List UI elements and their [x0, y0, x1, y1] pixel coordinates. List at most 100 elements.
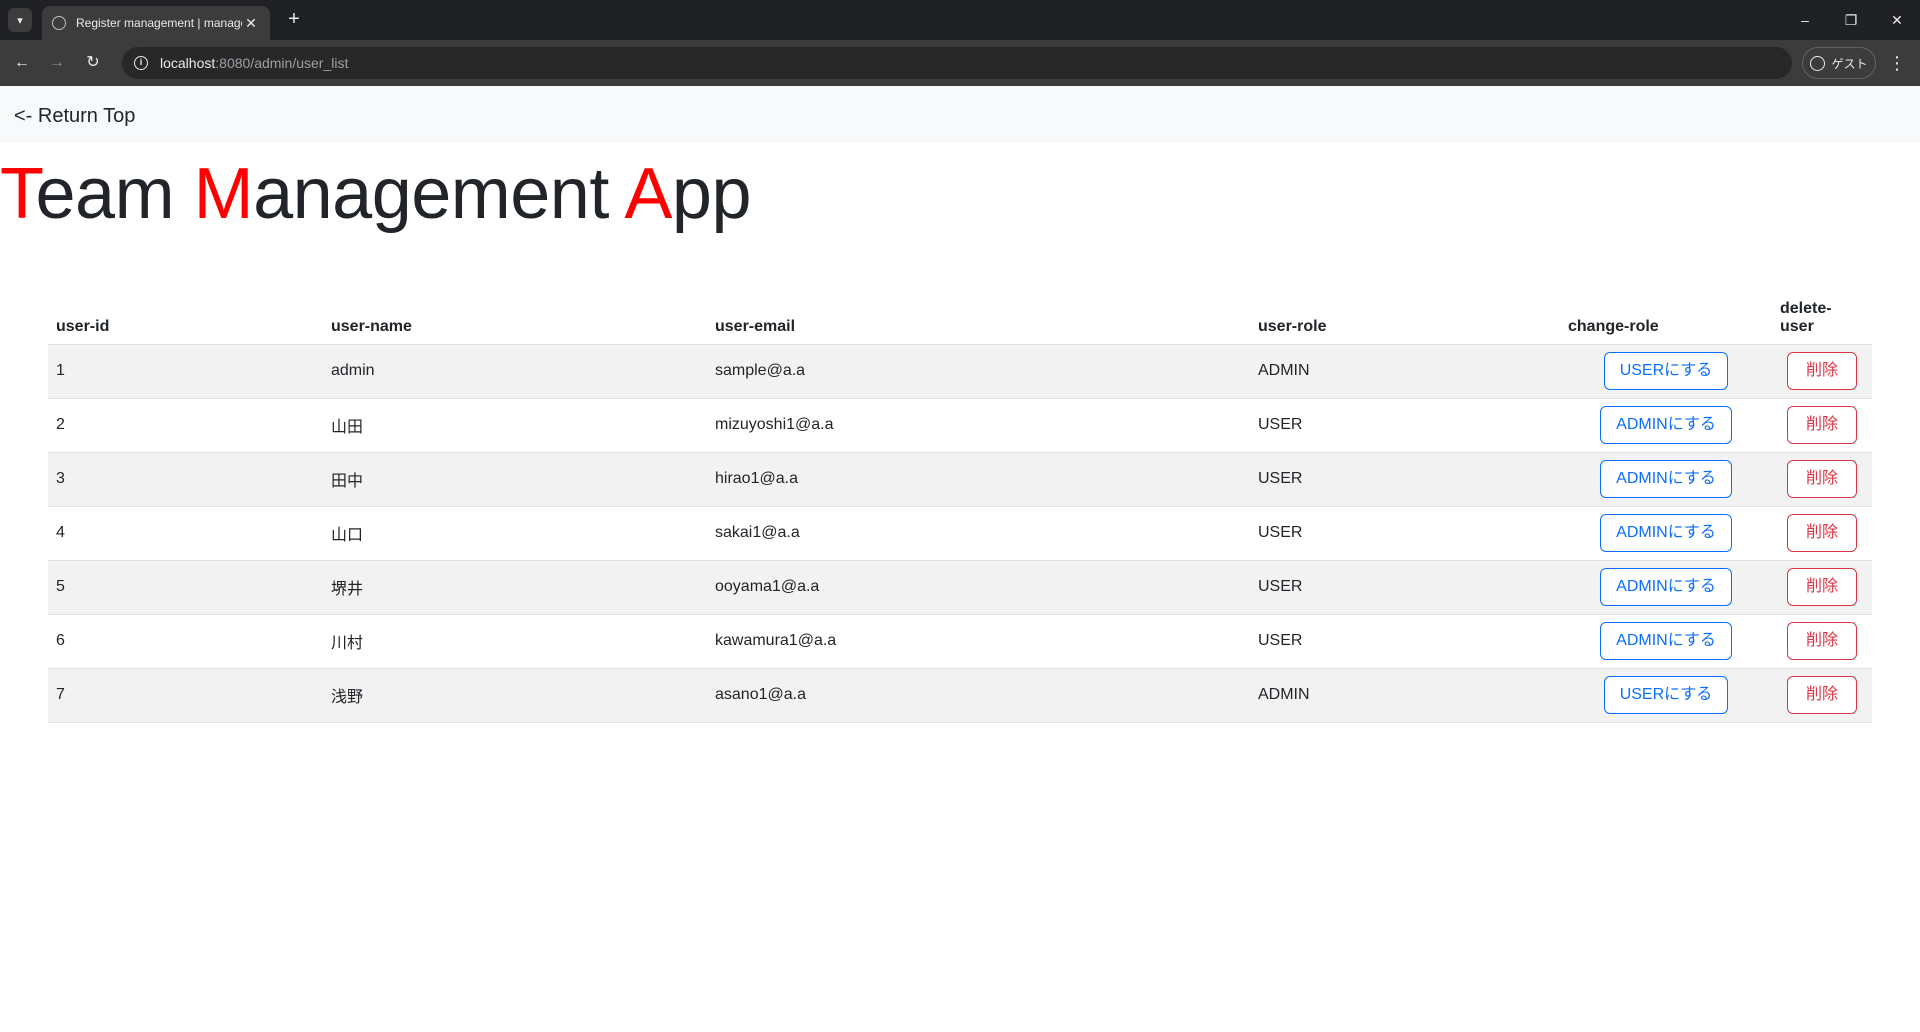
- cell-user-name: 田中: [323, 452, 707, 507]
- cell-delete: 削除: [1772, 668, 1872, 723]
- site-info-icon[interactable]: i: [134, 56, 148, 70]
- title-accent-t: T: [0, 154, 36, 234]
- profile-button[interactable]: ゲスト: [1802, 47, 1876, 79]
- cell-change-role: ADMINにする: [1560, 560, 1772, 615]
- back-arrow-icon[interactable]: ←: [9, 50, 35, 76]
- cell-user-id: 5: [48, 560, 323, 615]
- new-tab-button[interactable]: +: [282, 8, 306, 32]
- cell-delete: 削除: [1772, 398, 1872, 453]
- cell-user-name: 川村: [323, 614, 707, 669]
- cell-user-email: mizuyoshi1@a.a: [707, 398, 1250, 453]
- header-change-role: change-role: [1560, 294, 1772, 345]
- url-host: localhost: [160, 55, 216, 71]
- table-row: 6 川村 kawamura1@a.a USER ADMINにする 削除: [48, 614, 1872, 669]
- page-title: Team Management App: [0, 152, 752, 236]
- delete-user-button[interactable]: 削除: [1786, 514, 1857, 552]
- table-row: 3 田中 hirao1@a.a USER ADMINにする 削除: [48, 452, 1872, 507]
- cell-user-role: USER: [1250, 452, 1560, 507]
- top-navbar: <- Return Top: [0, 86, 1920, 143]
- cell-user-email: sample@a.a: [707, 344, 1250, 399]
- change-role-button[interactable]: ADMINにする: [1600, 568, 1732, 606]
- cell-delete: 削除: [1772, 452, 1872, 507]
- reload-icon[interactable]: ↻: [80, 50, 106, 76]
- cell-delete: 削除: [1772, 614, 1872, 669]
- browser-toolbar: ← → ↻ i localhost:8080/admin/user_list ゲ…: [0, 40, 1920, 86]
- restore-button[interactable]: ❐: [1836, 8, 1866, 32]
- cell-change-role: ADMINにする: [1560, 452, 1772, 507]
- cell-delete: 削除: [1772, 560, 1872, 615]
- header-user-email: user-email: [707, 294, 1250, 345]
- cell-user-id: 4: [48, 506, 323, 561]
- table-header-row: user-id user-name user-email user-role c…: [48, 294, 1872, 345]
- cell-user-email: sakai1@a.a: [707, 506, 1250, 561]
- cell-user-id: 6: [48, 614, 323, 669]
- cell-user-email: asano1@a.a: [707, 668, 1250, 723]
- table-row: 2 山田 mizuyoshi1@a.a USER ADMINにする 削除: [48, 398, 1872, 453]
- delete-user-button[interactable]: 削除: [1786, 406, 1857, 444]
- cell-user-name: admin: [323, 344, 707, 399]
- table-row: 1 admin sample@a.a ADMIN USERにする 削除: [48, 344, 1872, 399]
- window-close-button[interactable]: ✕: [1882, 8, 1912, 32]
- cell-user-email: ooyama1@a.a: [707, 560, 1250, 615]
- cell-user-role: USER: [1250, 614, 1560, 669]
- profile-label: ゲスト: [1831, 56, 1868, 71]
- minimize-button[interactable]: –: [1790, 8, 1820, 32]
- change-role-button[interactable]: ADMINにする: [1600, 514, 1732, 552]
- header-user-id: user-id: [48, 294, 323, 345]
- delete-user-button[interactable]: 削除: [1786, 676, 1857, 714]
- cell-user-name: 浅野: [323, 668, 707, 723]
- title-text-eam: eam: [35, 154, 194, 234]
- title-accent-m: M: [193, 154, 254, 234]
- user-table: user-id user-name user-email user-role c…: [48, 294, 1872, 723]
- cell-delete: 削除: [1772, 344, 1872, 399]
- header-user-role: user-role: [1250, 294, 1560, 345]
- cell-change-role: ADMINにする: [1560, 506, 1772, 561]
- title-accent-a: A: [624, 154, 672, 234]
- cell-user-name: 山田: [323, 398, 707, 453]
- tab-close-icon[interactable]: ✕: [242, 15, 260, 32]
- change-role-button[interactable]: ADMINにする: [1600, 460, 1732, 498]
- address-bar[interactable]: i localhost:8080/admin/user_list: [122, 47, 1792, 79]
- cell-user-name: 山口: [323, 506, 707, 561]
- profile-icon: [1810, 55, 1826, 71]
- cell-change-role: USERにする: [1560, 344, 1772, 399]
- forward-arrow-icon[interactable]: →: [44, 50, 70, 76]
- cell-delete: 削除: [1772, 506, 1872, 561]
- delete-user-button[interactable]: 削除: [1786, 568, 1857, 606]
- cell-user-id: 1: [48, 344, 323, 399]
- cell-user-role: USER: [1250, 506, 1560, 561]
- tab-search-chevron-icon[interactable]: ▾: [8, 8, 32, 32]
- browser-menu-icon[interactable]: ⋮: [1884, 50, 1910, 76]
- change-role-button[interactable]: USERにする: [1603, 676, 1729, 714]
- return-top-link[interactable]: <- Return Top: [14, 105, 135, 128]
- change-role-button[interactable]: ADMINにする: [1600, 622, 1732, 660]
- table-row: 4 山口 sakai1@a.a USER ADMINにする 削除: [48, 506, 1872, 561]
- change-role-button[interactable]: ADMINにする: [1600, 406, 1732, 444]
- cell-user-email: hirao1@a.a: [707, 452, 1250, 507]
- cell-user-role: ADMIN: [1250, 344, 1560, 399]
- cell-user-role: USER: [1250, 398, 1560, 453]
- delete-user-button[interactable]: 削除: [1786, 622, 1857, 660]
- delete-user-button[interactable]: 削除: [1786, 352, 1857, 390]
- header-user-name: user-name: [323, 294, 707, 345]
- browser-tab-active[interactable]: Register management | manage ✕: [42, 6, 270, 40]
- url-path: :8080/admin/user_list: [215, 55, 349, 71]
- title-text-pp: pp: [671, 154, 752, 234]
- cell-user-email: kawamura1@a.a: [707, 614, 1250, 669]
- cell-user-id: 2: [48, 398, 323, 453]
- globe-icon: [52, 16, 66, 30]
- table-row: 7 浅野 asano1@a.a ADMIN USERにする 削除: [48, 668, 1872, 723]
- cell-user-id: 7: [48, 668, 323, 723]
- delete-user-button[interactable]: 削除: [1786, 460, 1857, 498]
- cell-user-id: 3: [48, 452, 323, 507]
- cell-user-role: USER: [1250, 560, 1560, 615]
- table-row: 5 堺井 ooyama1@a.a USER ADMINにする 削除: [48, 560, 1872, 615]
- title-text-anagement: anagement: [253, 154, 625, 234]
- tab-title: Register management | manage: [76, 16, 242, 30]
- header-delete-user: delete-user: [1772, 294, 1872, 345]
- cell-change-role: ADMINにする: [1560, 614, 1772, 669]
- cell-change-role: ADMINにする: [1560, 398, 1772, 453]
- change-role-button[interactable]: USERにする: [1603, 352, 1729, 390]
- browser-tabstrip: ▾ Register management | manage ✕ + – ❐ ✕: [0, 0, 1920, 40]
- cell-user-name: 堺井: [323, 560, 707, 615]
